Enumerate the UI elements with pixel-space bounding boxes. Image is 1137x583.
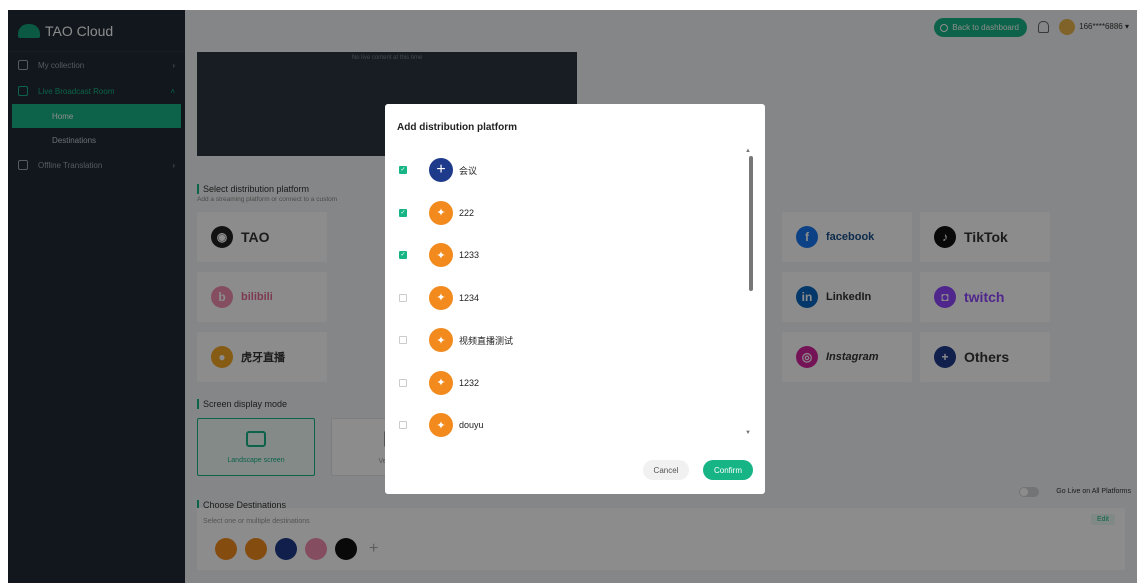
confirm-button[interactable]: Confirm [703, 460, 753, 480]
list-item[interactable]: + 会议 [385, 149, 747, 192]
custom-avatar-icon: ✦ [429, 328, 453, 353]
checkbox[interactable] [399, 421, 407, 430]
scrollbar[interactable] [749, 156, 753, 291]
custom-avatar-icon: ✦ [429, 413, 453, 438]
list-item[interactable]: ✦ 视频直播测试 [385, 319, 747, 362]
list-item[interactable]: ✦ 1233 [385, 234, 747, 277]
list-item-name: 1234 [459, 292, 480, 303]
checkbox[interactable] [399, 166, 407, 175]
list-item-name: 1233 [459, 250, 480, 261]
custom-avatar-icon: ✦ [429, 243, 453, 268]
custom-avatar-icon: ✦ [429, 200, 453, 225]
checkbox[interactable] [399, 293, 407, 302]
add-platform-dialog: Add distribution platform + 会议 ✦ 222 ✦ 1… [385, 104, 765, 494]
list-item-name: douyu [459, 420, 484, 431]
list-item[interactable]: ✦ 1232 [385, 362, 747, 405]
dialog-title: Add distribution platform [397, 122, 517, 133]
platform-list: + 会议 ✦ 222 ✦ 1233 ✦ 1234 ✦ 视频直播测试 ✦ 1232 [385, 149, 747, 447]
checkbox[interactable] [399, 208, 407, 217]
list-item[interactable]: ✦ 222 [385, 192, 747, 235]
plus-icon: + [429, 158, 453, 183]
checkbox[interactable] [399, 378, 407, 387]
list-item[interactable]: ✦ 1234 [385, 277, 747, 320]
list-item-name: 222 [459, 207, 475, 218]
scroll-up-icon[interactable]: ▲ [745, 148, 751, 154]
custom-avatar-icon: ✦ [429, 285, 453, 310]
cancel-button[interactable]: Cancel [643, 460, 689, 480]
scroll-down-icon[interactable]: ▼ [745, 430, 751, 436]
list-item-name: 会议 [459, 165, 478, 176]
checkbox[interactable] [399, 251, 407, 260]
custom-avatar-icon: ✦ [429, 370, 453, 395]
list-item-name: 1232 [459, 377, 480, 388]
checkbox[interactable] [399, 336, 407, 345]
list-item-name: 视频直播测试 [459, 335, 514, 346]
list-item[interactable]: ✦ douyu [385, 404, 747, 447]
